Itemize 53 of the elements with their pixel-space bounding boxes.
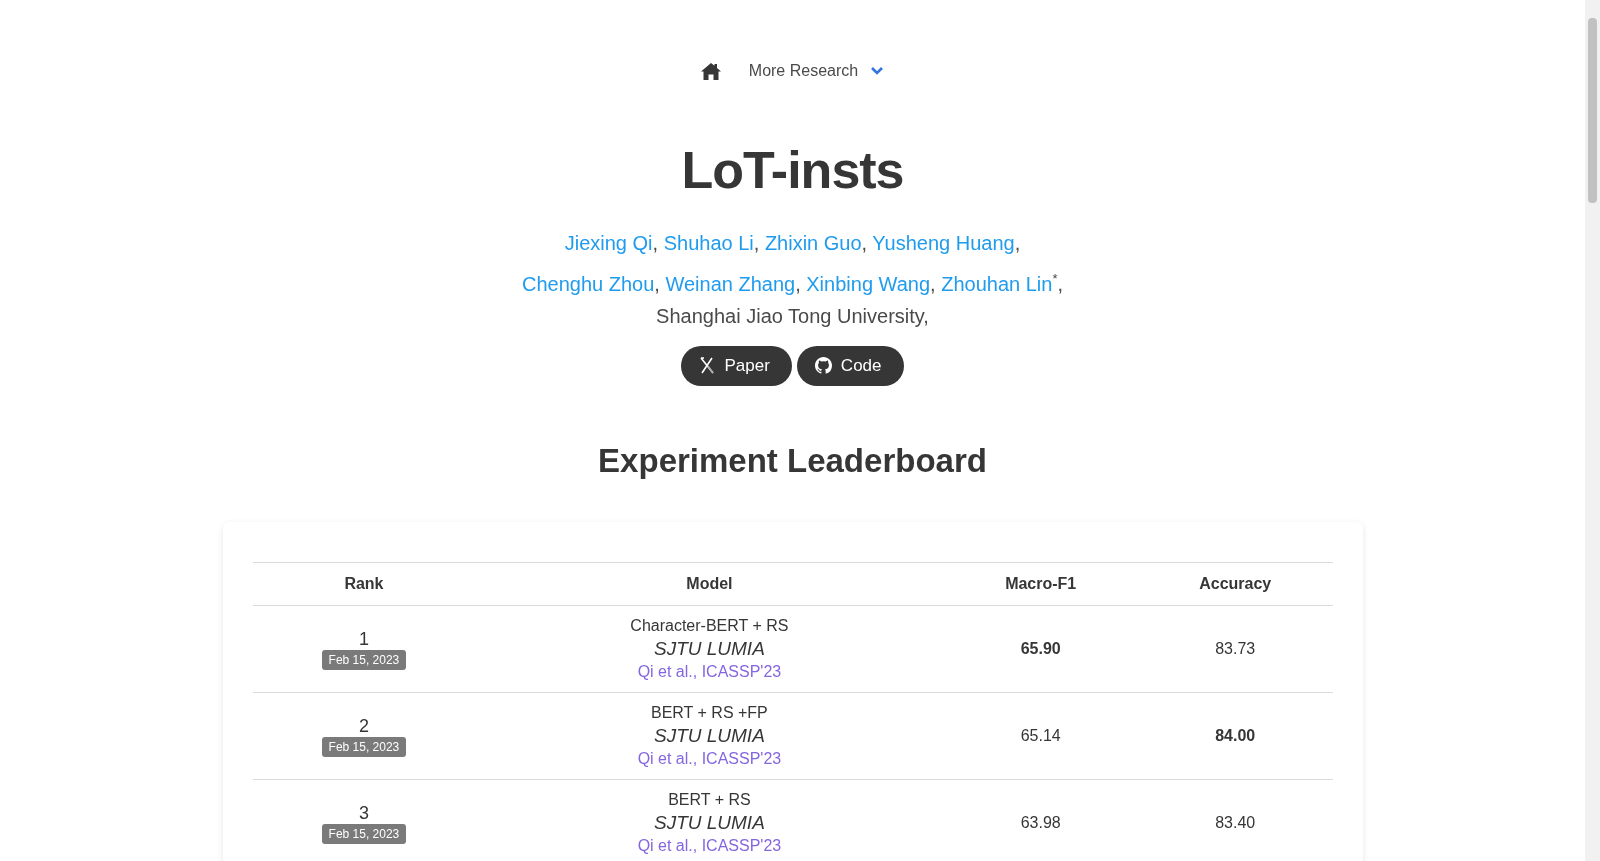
github-icon	[814, 357, 832, 375]
separator: ,	[795, 272, 801, 295]
affiliation: Shanghai Jiao Tong University,	[656, 303, 929, 329]
author-link[interactable]: Weinan Zhang	[665, 272, 796, 295]
date-tag: Feb 15, 2023	[321, 823, 407, 844]
author-link[interactable]: Zhixin Guo	[764, 232, 862, 254]
section-heading: Experiment Leaderboard	[598, 441, 987, 480]
more-research-menu[interactable]: More Research	[748, 62, 885, 80]
score-value: 63.98	[1020, 813, 1061, 831]
arxiv-icon	[699, 357, 716, 375]
model-name: BERT + RS	[668, 789, 751, 810]
date-tag: Feb 15, 2023	[321, 649, 407, 670]
score-value: 84.00	[1215, 726, 1256, 744]
home-icon[interactable]	[700, 62, 721, 80]
citation-link[interactable]: Qi et al., ICASSP'23	[637, 747, 782, 770]
date-tag: Feb 15, 2023	[321, 736, 407, 757]
separator: ,	[861, 232, 868, 254]
column-header: Macro-F1	[1005, 574, 1077, 592]
paper-button[interactable]: Paper	[681, 345, 792, 386]
author-link[interactable]: Jiexing Qi	[564, 232, 653, 254]
separator: ,	[1057, 272, 1063, 295]
chevron-down-icon	[870, 66, 885, 76]
affiliation-mark: *	[1052, 271, 1058, 286]
author-link[interactable]: Shuhao Li	[663, 232, 754, 254]
separator: ,	[753, 232, 760, 254]
rank-number: 2	[358, 714, 369, 737]
separator: ,	[930, 272, 936, 295]
column-header: Model	[686, 574, 733, 592]
team-name: SJTU LUMIA	[653, 636, 765, 661]
author-link[interactable]: Xinbing Wang	[806, 272, 931, 295]
separator: ,	[652, 232, 659, 254]
column-header: Accuracy	[1199, 574, 1272, 592]
model-name: Character-BERT + RS	[630, 615, 789, 636]
citation-link[interactable]: Qi et al., ICASSP'23	[637, 660, 782, 683]
page-title: LoT-insts	[681, 140, 904, 200]
scrollbar-thumb[interactable]	[1588, 18, 1597, 203]
author-link[interactable]: Yusheng Huang	[872, 232, 1015, 254]
separator: ,	[1014, 232, 1021, 254]
separator: ,	[654, 272, 660, 295]
rank-number: 3	[358, 801, 369, 824]
column-header: Rank	[344, 574, 384, 592]
citation-link[interactable]: Qi et al., ICASSP'23	[637, 834, 782, 857]
code-button[interactable]: Code	[796, 345, 904, 386]
score-value: 83.40	[1215, 813, 1256, 831]
author-link[interactable]: Chenghu Zhou	[522, 272, 655, 295]
author-link[interactable]: Zhouhan Lin	[941, 272, 1053, 295]
team-name: SJTU LUMIA	[653, 810, 765, 835]
team-name: SJTU LUMIA	[653, 723, 765, 748]
score-value: 65.90	[1020, 639, 1061, 657]
rank-number: 1	[358, 627, 369, 650]
model-name: BERT + RS +FP	[651, 702, 768, 723]
score-value: 83.73	[1215, 639, 1256, 657]
score-value: 65.14	[1020, 726, 1061, 744]
